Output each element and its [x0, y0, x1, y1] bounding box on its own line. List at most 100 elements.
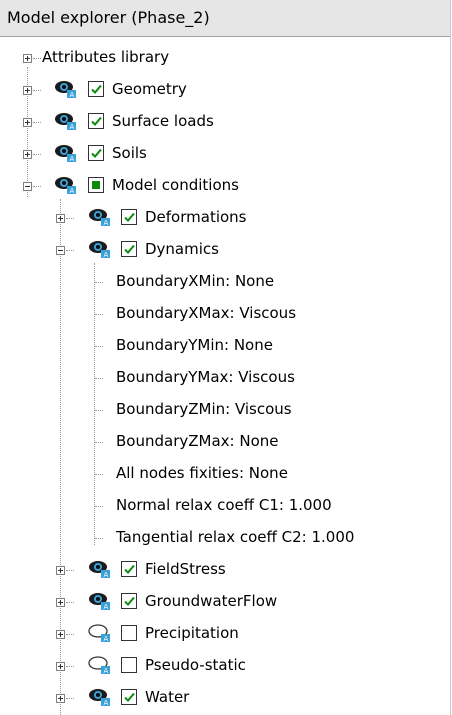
- property-label: BoundaryZMax: None: [116, 432, 279, 450]
- tree-connector: [95, 282, 103, 283]
- tree-item-dynamics[interactable]: A Dynamics: [0, 234, 450, 266]
- property-item[interactable]: BoundaryXMin: None: [0, 266, 450, 298]
- svg-text:A: A: [70, 123, 75, 131]
- eye-visible-icon[interactable]: A: [88, 591, 112, 611]
- property-label: BoundaryYMax: Viscous: [116, 368, 295, 386]
- tree-item-label: Pseudo-static: [145, 656, 246, 674]
- property-item[interactable]: BoundaryZMax: None: [0, 426, 450, 458]
- visibility-checkbox[interactable]: [121, 561, 137, 577]
- tree-connector: [95, 314, 103, 315]
- property-item[interactable]: BoundaryYMin: None: [0, 330, 450, 362]
- visibility-checkbox[interactable]: [88, 113, 104, 129]
- eye-visible-icon[interactable]: A: [88, 559, 112, 579]
- tree-connector: [95, 378, 103, 379]
- partial-check-icon[interactable]: [88, 177, 104, 193]
- property-label: BoundaryZMin: Viscous: [116, 400, 292, 418]
- svg-text:A: A: [70, 91, 75, 99]
- eye-visible-icon[interactable]: A: [54, 143, 78, 163]
- plus-expander-icon[interactable]: [56, 214, 65, 223]
- eye-visible-icon[interactable]: A: [54, 175, 78, 195]
- tree-connector: [33, 58, 41, 59]
- tree-item-deformations[interactable]: A Deformations: [0, 202, 450, 234]
- tree-item-groundwaterflow[interactable]: A GroundwaterFlow: [0, 586, 450, 618]
- svg-text:A: A: [104, 699, 109, 707]
- eye-visible-icon[interactable]: A: [88, 687, 112, 707]
- panel-title: Model explorer (Phase_2): [7, 8, 210, 27]
- panel-header: Model explorer (Phase_2): [0, 0, 450, 37]
- svg-text:A: A: [70, 187, 75, 195]
- tree-item-label: Attributes library: [42, 48, 170, 66]
- tree-item-precipitation[interactable]: A Precipitation: [0, 618, 450, 650]
- svg-text:A: A: [104, 251, 109, 259]
- property-item[interactable]: All nodes fixities: None: [0, 458, 450, 490]
- tree-item-geometry[interactable]: A Geometry: [0, 74, 450, 106]
- tree-connector: [95, 442, 103, 443]
- visibility-checkbox[interactable]: [121, 209, 137, 225]
- tree-item-attributes-library[interactable]: Attributes library: [0, 42, 450, 74]
- visibility-checkbox[interactable]: [88, 81, 104, 97]
- minus-expander-icon[interactable]: [23, 182, 32, 191]
- model-tree[interactable]: Attributes library A Geometry A Surface …: [0, 37, 450, 715]
- tree-item-fieldstress[interactable]: A FieldStress: [0, 554, 450, 586]
- property-label: BoundaryXMin: None: [116, 272, 275, 290]
- property-item[interactable]: Tangential relax coeff C2: 1.000: [0, 522, 450, 554]
- property-item[interactable]: Normal relax coeff C1: 1.000: [0, 490, 450, 522]
- tree-item-soils[interactable]: A Soils: [0, 138, 450, 170]
- tree-connector: [95, 474, 103, 475]
- tree-item-label: FieldStress: [145, 560, 226, 578]
- visibility-checkbox[interactable]: [121, 657, 137, 673]
- visibility-checkbox[interactable]: [121, 689, 137, 705]
- plus-expander-icon[interactable]: [23, 150, 32, 159]
- eye-hidden-icon[interactable]: A: [88, 623, 112, 643]
- tree-item-pseudo-static[interactable]: A Pseudo-static: [0, 650, 450, 682]
- tree-connector: [33, 154, 41, 155]
- tree-item-label: Soils: [112, 144, 147, 162]
- property-item[interactable]: BoundaryXMax: Viscous: [0, 298, 450, 330]
- partial-fill: [92, 181, 100, 189]
- visibility-checkbox[interactable]: [121, 241, 137, 257]
- tree-item-label: Surface loads: [112, 112, 214, 130]
- tree-connector: [95, 538, 103, 539]
- tree-item-label: Deformations: [145, 208, 247, 226]
- tree-item-label: GroundwaterFlow: [145, 592, 278, 610]
- visibility-checkbox[interactable]: [88, 145, 104, 161]
- plus-expander-icon[interactable]: [56, 630, 65, 639]
- svg-text:A: A: [104, 603, 109, 611]
- model-explorer-panel: Model explorer (Phase_2) Attributes libr…: [0, 0, 451, 715]
- plus-expander-icon[interactable]: [56, 662, 65, 671]
- tree-item-surface-loads[interactable]: A Surface loads: [0, 106, 450, 138]
- svg-text:A: A: [104, 635, 109, 643]
- plus-expander-icon[interactable]: [23, 118, 32, 127]
- tree-connector: [33, 186, 41, 187]
- plus-expander-icon[interactable]: [23, 86, 32, 95]
- visibility-checkbox[interactable]: [121, 625, 137, 641]
- plus-expander-icon[interactable]: [56, 566, 65, 575]
- tree-connector: [66, 602, 74, 603]
- property-item[interactable]: BoundaryZMin: Viscous: [0, 394, 450, 426]
- tree-connector: [66, 666, 74, 667]
- tree-item-label: Precipitation: [145, 624, 239, 642]
- tree-connector: [95, 346, 103, 347]
- svg-text:A: A: [104, 571, 109, 579]
- svg-text:A: A: [70, 155, 75, 163]
- plus-expander-icon[interactable]: [56, 598, 65, 607]
- eye-hidden-icon[interactable]: A: [88, 655, 112, 675]
- eye-visible-icon[interactable]: A: [54, 79, 78, 99]
- tree-connector: [66, 634, 74, 635]
- tree-item-water[interactable]: A Water: [0, 682, 450, 714]
- plus-expander-icon[interactable]: [56, 694, 65, 703]
- property-label: BoundaryXMax: Viscous: [116, 304, 297, 322]
- minus-expander-icon[interactable]: [56, 246, 65, 255]
- visibility-checkbox[interactable]: [121, 593, 137, 609]
- tree-item-label: Geometry: [112, 80, 187, 98]
- svg-text:A: A: [104, 667, 109, 675]
- eye-visible-icon[interactable]: A: [54, 111, 78, 131]
- property-item[interactable]: BoundaryYMax: Viscous: [0, 362, 450, 394]
- tree-item-model-conditions[interactable]: A Model conditions: [0, 170, 450, 202]
- property-label: Normal relax coeff C1: 1.000: [116, 496, 332, 514]
- eye-visible-icon[interactable]: A: [88, 207, 112, 227]
- property-label: BoundaryYMin: None: [116, 336, 273, 354]
- plus-expander-icon[interactable]: [23, 54, 32, 63]
- tree-connector: [95, 410, 103, 411]
- eye-visible-icon[interactable]: A: [88, 239, 112, 259]
